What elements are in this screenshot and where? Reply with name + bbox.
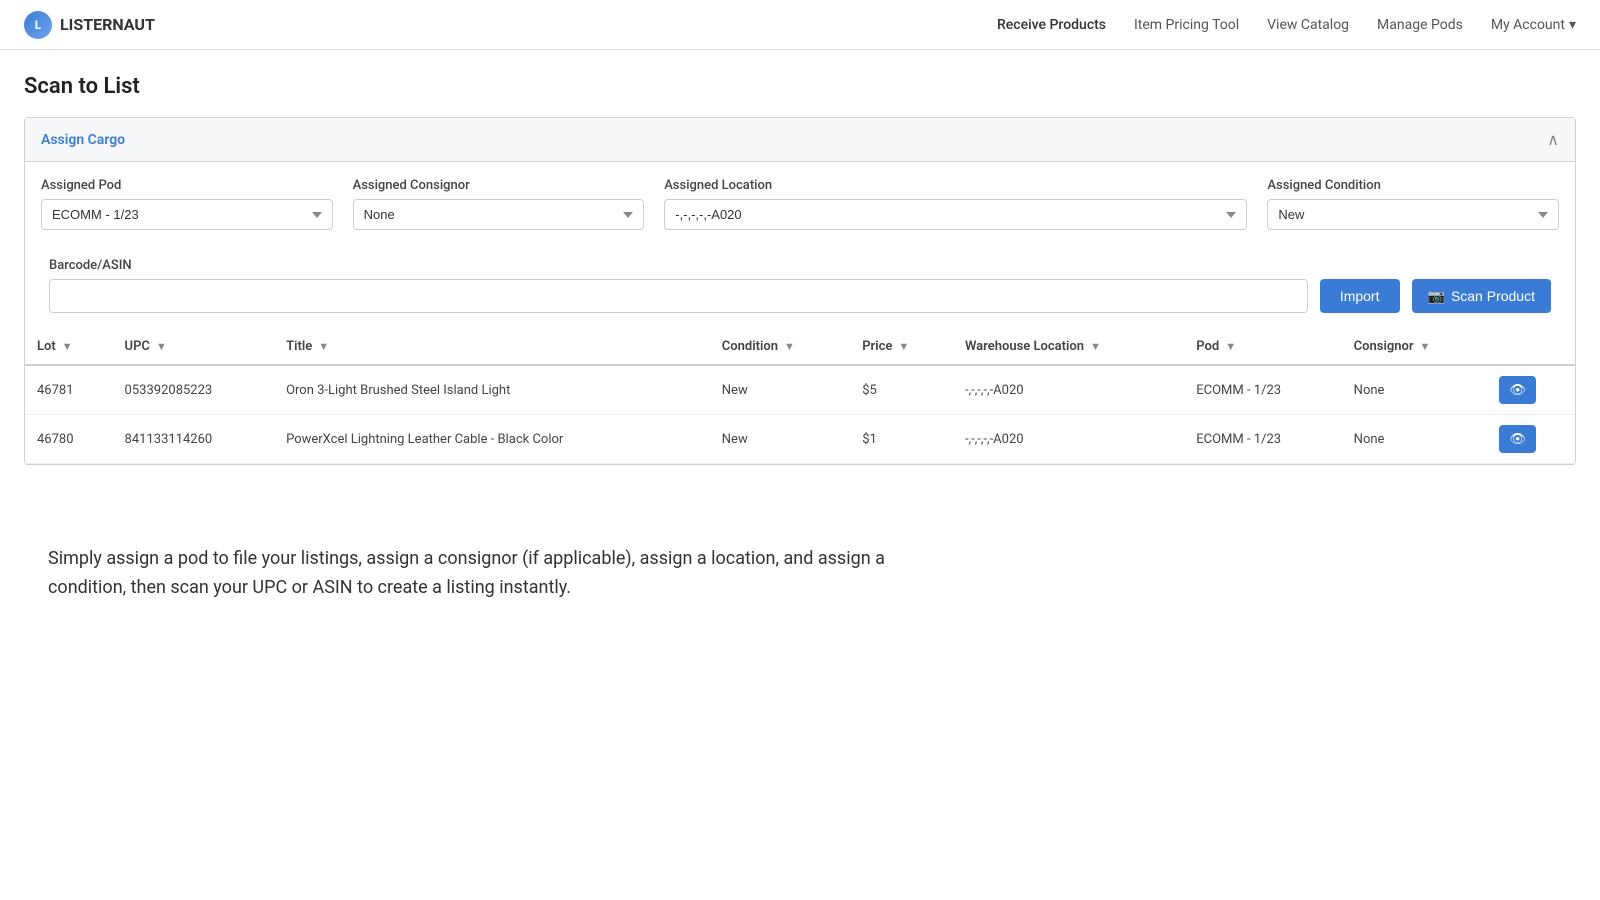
assigned-location-group: Assigned Location -,-,-,-,-A020 [664, 178, 1247, 230]
cell-action: 👁 [1487, 365, 1575, 415]
assigned-pod-select[interactable]: ECOMM - 1/23 [41, 199, 333, 230]
col-price-label: Price [862, 339, 892, 354]
col-condition: Condition ▼ [710, 329, 850, 365]
col-upc: UPC ▼ [113, 329, 275, 365]
assign-cargo-body: Assigned Pod ECOMM - 1/23 Assigned Consi… [25, 162, 1575, 246]
camera-icon: 📷 [1428, 288, 1445, 305]
eye-icon: 👁 [1509, 382, 1526, 398]
col-title-label: Title [286, 339, 312, 354]
lot-filter-icon[interactable]: ▼ [62, 340, 73, 353]
barcode-input[interactable] [49, 279, 1308, 313]
cell-title: Oron 3-Light Brushed Steel Island Light [274, 365, 710, 415]
nav-my-account-label: My Account [1491, 17, 1565, 33]
assign-cargo-card: Assign Cargo ∧ Assigned Pod ECOMM - 1/23… [24, 117, 1576, 465]
col-warehouse-location: Warehouse Location ▼ [953, 329, 1184, 365]
col-upc-label: UPC [125, 339, 150, 354]
cell-consignor: None [1342, 365, 1488, 415]
assign-cargo-header: Assign Cargo ∧ [25, 118, 1575, 162]
description-text: Simply assign a pod to file your listing… [48, 545, 900, 603]
assigned-consignor-label: Assigned Consignor [353, 178, 645, 193]
table-row: 46781053392085223Oron 3-Light Brushed St… [25, 365, 1575, 415]
consignor-filter-icon[interactable]: ▼ [1420, 340, 1431, 353]
collapse-icon[interactable]: ∧ [1547, 130, 1559, 149]
barcode-row: Import 📷 Scan Product [49, 279, 1551, 313]
table-scroll-container[interactable]: Lot ▼ UPC ▼ [25, 329, 1575, 464]
col-consignor: Consignor ▼ [1342, 329, 1488, 365]
cell-lot: 46781 [25, 365, 113, 415]
cell-pod: ECOMM - 1/23 [1184, 365, 1341, 415]
assign-cargo-form-row: Assigned Pod ECOMM - 1/23 Assigned Consi… [41, 178, 1559, 230]
cell-action: 👁 [1487, 415, 1575, 464]
assign-cargo-title: Assign Cargo [41, 132, 125, 148]
title-filter-icon[interactable]: ▼ [318, 340, 329, 353]
col-title: Title ▼ [274, 329, 710, 365]
price-filter-icon[interactable]: ▼ [898, 340, 909, 353]
col-pod-label: Pod [1196, 339, 1219, 354]
barcode-label: Barcode/ASIN [49, 258, 1551, 273]
scan-product-button[interactable]: 📷 Scan Product [1412, 279, 1552, 313]
page-container: Scan to List Assign Cargo ∧ Assigned Pod… [0, 50, 1600, 647]
warehouse-filter-icon[interactable]: ▼ [1090, 340, 1101, 353]
assigned-condition-label: Assigned Condition [1267, 178, 1559, 193]
cell-price: $5 [850, 365, 953, 415]
items-table: Lot ▼ UPC ▼ [25, 329, 1575, 464]
col-warehouse-location-label: Warehouse Location [965, 339, 1084, 354]
assigned-location-label: Assigned Location [664, 178, 1247, 193]
col-pod: Pod ▼ [1184, 329, 1341, 365]
assigned-consignor-group: Assigned Consignor None [353, 178, 645, 230]
nav-manage-pods[interactable]: Manage Pods [1377, 17, 1463, 33]
col-lot: Lot ▼ [25, 329, 113, 365]
navbar-links: Receive Products Item Pricing Tool View … [997, 17, 1576, 33]
brand-name: LISTERNAUT [60, 15, 155, 34]
navbar: L LISTERNAUT Receive Products Item Prici… [0, 0, 1600, 50]
brand-icon-text: L [35, 18, 42, 32]
nav-view-catalog[interactable]: View Catalog [1267, 17, 1349, 33]
cell-price: $1 [850, 415, 953, 464]
cell-condition: New [710, 365, 850, 415]
page-title: Scan to List [24, 74, 1576, 99]
table-row: 46780841133114260PowerXcel Lightning Lea… [25, 415, 1575, 464]
cell-warehouse_location: -,-,-,-,-A020 [953, 415, 1184, 464]
eye-icon: 👁 [1509, 431, 1526, 447]
cell-upc: 841133114260 [113, 415, 275, 464]
upc-filter-icon[interactable]: ▼ [156, 340, 167, 353]
nav-receive-products[interactable]: Receive Products [997, 17, 1106, 33]
description-section: Simply assign a pod to file your listing… [24, 485, 924, 623]
cell-pod: ECOMM - 1/23 [1184, 415, 1341, 464]
condition-filter-icon[interactable]: ▼ [784, 340, 795, 353]
cell-title: PowerXcel Lightning Leather Cable - Blac… [274, 415, 710, 464]
nav-item-pricing-tool[interactable]: Item Pricing Tool [1134, 17, 1239, 33]
pod-filter-icon[interactable]: ▼ [1225, 340, 1236, 353]
nav-my-account[interactable]: My Account ▾ [1491, 17, 1576, 33]
col-price: Price ▼ [850, 329, 953, 365]
assigned-pod-group: Assigned Pod ECOMM - 1/23 [41, 178, 333, 230]
assigned-condition-group: Assigned Condition New Used - Like New U… [1267, 178, 1559, 230]
col-lot-label: Lot [37, 339, 56, 354]
import-button[interactable]: Import [1320, 279, 1400, 313]
row-action-button[interactable]: 👁 [1499, 376, 1536, 404]
cell-upc: 053392085223 [113, 365, 275, 415]
cell-warehouse_location: -,-,-,-,-A020 [953, 365, 1184, 415]
assigned-location-select[interactable]: -,-,-,-,-A020 [664, 199, 1247, 230]
brand: L LISTERNAUT [24, 11, 155, 39]
barcode-section: Barcode/ASIN Import 📷 Scan Product [25, 246, 1575, 329]
row-action-button[interactable]: 👁 [1499, 425, 1536, 453]
col-actions [1487, 329, 1575, 365]
col-condition-label: Condition [722, 339, 778, 354]
scan-product-label: Scan Product [1451, 288, 1535, 304]
assigned-condition-select[interactable]: New Used - Like New Used - Good Used - A… [1267, 199, 1559, 230]
chevron-down-icon: ▾ [1569, 17, 1576, 33]
assigned-consignor-select[interactable]: None [353, 199, 645, 230]
cell-consignor: None [1342, 415, 1488, 464]
col-consignor-label: Consignor [1354, 339, 1414, 354]
table-header-row: Lot ▼ UPC ▼ [25, 329, 1575, 365]
cell-condition: New [710, 415, 850, 464]
brand-icon: L [24, 11, 52, 39]
table-wrapper: Lot ▼ UPC ▼ [25, 329, 1575, 464]
assigned-pod-label: Assigned Pod [41, 178, 333, 193]
cell-lot: 46780 [25, 415, 113, 464]
